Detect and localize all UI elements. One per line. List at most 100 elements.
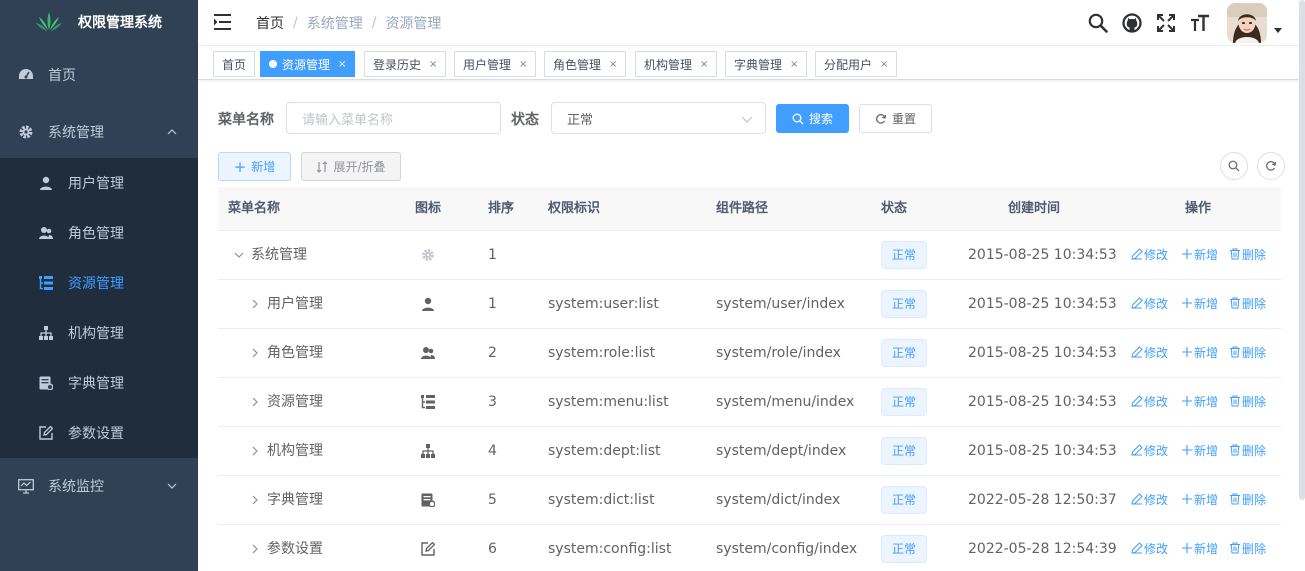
tag-roles[interactable]: 角色管理 × [544,51,627,77]
close-icon[interactable]: × [790,59,798,70]
add-button[interactable]: + 新增 [218,152,291,181]
add-child-button[interactable]: 新增 [1181,378,1218,427]
search-button[interactable]: 搜索 [776,104,849,133]
column-header: 权限标识 [548,201,601,216]
delete-button[interactable]: 删除 [1229,280,1266,329]
cell-permission: system:menu:list [548,394,669,410]
peoples-icon [421,346,435,360]
tree-table-icon [38,275,54,291]
expand-collapse-button[interactable]: 展开/折叠 [301,152,401,181]
add-child-button[interactable]: 新增 [1181,231,1218,280]
add-button-label: 新增 [1194,493,1219,507]
logo[interactable]: 权限管理系统 [0,0,198,44]
chevron-right-icon[interactable] [250,299,260,309]
status-badge: 正常 [881,437,928,465]
tag-home[interactable]: 首页 [213,51,256,77]
hamburger-icon[interactable] [214,13,234,31]
refresh-button[interactable] [1257,152,1285,180]
tag-login-history[interactable]: 登录历史 × [364,51,447,77]
delete-button[interactable]: 删除 [1229,231,1266,280]
sidebar-item-roles[interactable]: 角色管理 [0,208,198,258]
sidebar-item-home[interactable]: 首页 [0,44,198,106]
tag-users[interactable]: 用户管理 × [454,51,537,77]
delete-button[interactable]: 删除 [1229,525,1266,571]
cell-permission: system:user:list [548,296,659,312]
plus-icon [1182,543,1192,553]
delete-button[interactable]: 删除 [1229,329,1266,378]
table-row[interactable]: 字典管理 5 system:dict:list system/dict/index 正常… [218,476,1281,525]
close-icon[interactable]: × [700,59,708,70]
avatar[interactable] [1227,3,1267,43]
sidebar-item-dict[interactable]: 字典管理 [0,358,198,408]
cell-order: 3 [488,394,497,410]
sidebar-item-monitor[interactable]: 系统监控 [0,458,198,514]
close-icon[interactable]: × [429,59,437,70]
chevron-right-icon[interactable] [250,495,260,505]
caret-down-icon[interactable] [1273,25,1283,35]
edit-button[interactable]: 修改 [1131,280,1168,329]
toggle-search-button[interactable] [1220,152,1248,180]
chevron-right-icon[interactable] [250,348,260,358]
edit-button[interactable]: 修改 [1131,329,1168,378]
tag-depts[interactable]: 机构管理 × [635,51,718,77]
sidebar-item-system[interactable]: 系统管理 [0,106,198,158]
edit-button[interactable]: 修改 [1131,476,1168,525]
reset-button[interactable]: 重置 [859,104,932,133]
plus-icon [1182,445,1192,455]
edit-button[interactable]: 修改 [1131,378,1168,427]
add-button-label: 新增 [1194,444,1219,458]
tag-resources[interactable]: 资源管理 × [260,51,356,77]
refresh-icon [1266,161,1277,171]
search-icon[interactable] [1087,12,1109,34]
edit-button[interactable]: 修改 [1131,427,1168,476]
chevron-right-icon[interactable] [250,397,260,407]
edit-icon [1131,444,1143,456]
menu-name-input[interactable]: 请输入菜单名称 [286,102,501,134]
add-child-button[interactable]: 新增 [1181,427,1218,476]
add-child-button[interactable]: 新增 [1181,329,1218,378]
sidebar-item-users[interactable]: 用户管理 [0,158,198,208]
edit-icon [38,425,54,441]
sidebar-item-depts[interactable]: 机构管理 [0,308,198,358]
close-icon[interactable]: × [338,59,346,70]
sidebar-item-label: 参数设置 [68,426,124,442]
table-row[interactable]: 参数设置 6 system:config:list system/config/ind… [218,525,1281,571]
close-icon[interactable]: × [880,59,888,70]
cell-menu-name: 资源管理 [267,394,323,410]
edit-button[interactable]: 修改 [1131,231,1168,280]
table-row[interactable]: 用户管理 1 system:user:list system/user/index 正常… [218,280,1281,329]
status-select[interactable]: 正常 [551,102,766,134]
chevron-right-icon[interactable] [250,446,260,456]
sidebar-item-config[interactable]: 参数设置 [0,408,198,458]
scrollbar[interactable] [1299,0,1305,500]
font-size-icon[interactable] [1189,12,1211,34]
tag-assign-users[interactable]: 分配用户 × [815,51,898,77]
delete-button[interactable]: 删除 [1229,427,1266,476]
edit-button-label: 修改 [1144,542,1169,556]
sidebar-item-resources[interactable]: 资源管理 [0,258,198,308]
fullscreen-icon[interactable] [1155,12,1177,34]
add-child-button[interactable]: 新增 [1181,525,1218,571]
tag-dict[interactable]: 字典管理 × [725,51,808,77]
table-row[interactable]: 机构管理 4 system:dept:list system/dept/index 正常… [218,427,1281,476]
edit-button[interactable]: 修改 [1131,525,1168,571]
close-icon[interactable]: × [609,59,617,70]
tree-icon [38,325,54,341]
breadcrumb-item[interactable]: 首页 [256,13,284,33]
column-header: 图标 [415,201,442,216]
cell-order: 5 [488,492,497,508]
table-row[interactable]: 资源管理 3 system:menu:list system/menu/index 正常… [218,378,1281,427]
table-row[interactable]: 角色管理 2 system:role:list system/role/index 正常… [218,329,1281,378]
github-icon[interactable] [1121,12,1143,34]
add-child-button[interactable]: 新增 [1181,476,1218,525]
table-row[interactable]: 系统管理 1 正常 2015-08-25 10:34:53 修改 新增 删除 [218,231,1281,280]
delete-button-label: 删除 [1242,542,1267,556]
chevron-right-icon[interactable] [250,544,260,554]
chevron-down-icon[interactable] [234,250,244,260]
delete-button[interactable]: 删除 [1229,378,1266,427]
cell-order: 2 [488,345,497,361]
add-child-button[interactable]: 新增 [1181,280,1218,329]
delete-button[interactable]: 删除 [1229,476,1266,525]
column-header: 操作 [1185,201,1212,216]
close-icon[interactable]: × [519,59,527,70]
